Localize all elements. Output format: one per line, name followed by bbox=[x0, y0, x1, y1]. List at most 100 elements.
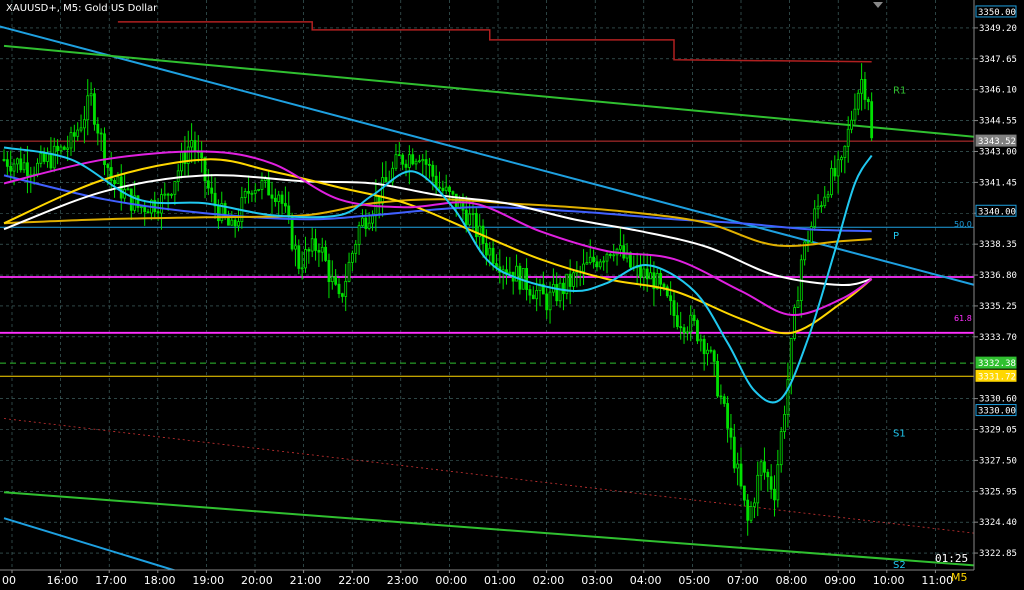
candle-body bbox=[672, 300, 676, 316]
candle-body bbox=[843, 145, 847, 158]
price-tag-label: 3330.00 bbox=[978, 407, 1016, 417]
candle-body bbox=[789, 338, 793, 380]
candle-body bbox=[287, 205, 291, 217]
candle-body bbox=[796, 300, 800, 308]
candle-body bbox=[732, 436, 736, 469]
candle-body bbox=[471, 213, 475, 215]
candle-body bbox=[562, 282, 565, 295]
time-tick-label: 08:00 bbox=[776, 574, 808, 587]
time-tick-label: 10:00 bbox=[873, 574, 905, 587]
candle-body bbox=[840, 157, 843, 161]
candle-body bbox=[746, 499, 750, 521]
trendline-red-dotted bbox=[3, 418, 974, 534]
time-tick-label: 05:00 bbox=[678, 574, 710, 587]
candle-body bbox=[206, 180, 210, 189]
candle-body bbox=[344, 280, 348, 297]
candle-body bbox=[572, 272, 575, 287]
candle-body bbox=[766, 471, 770, 478]
candle-body bbox=[438, 186, 441, 189]
price-tick-label: 3336.80 bbox=[979, 271, 1017, 281]
candle-body bbox=[702, 338, 706, 355]
candle-body bbox=[62, 146, 66, 150]
candle-body bbox=[759, 461, 763, 476]
candle-body bbox=[786, 378, 790, 415]
time-tick-label: 00:00 bbox=[435, 574, 467, 587]
price-tick-label: 3338.35 bbox=[979, 240, 1017, 250]
candle-body bbox=[83, 119, 86, 129]
candle-body bbox=[79, 127, 83, 131]
candle-body bbox=[143, 206, 147, 213]
candle-body bbox=[696, 320, 699, 342]
price-tag-label: 3343.52 bbox=[978, 137, 1016, 147]
candle-body bbox=[608, 253, 612, 256]
candle-body bbox=[820, 205, 823, 208]
candle-body bbox=[692, 314, 696, 321]
candle-body bbox=[712, 350, 716, 362]
candle-body bbox=[350, 252, 354, 263]
candle-body bbox=[709, 349, 713, 352]
candle-body bbox=[237, 221, 240, 227]
candle-body bbox=[39, 153, 43, 164]
candle-body bbox=[401, 154, 405, 165]
candle-body bbox=[595, 261, 599, 268]
candle-body bbox=[866, 99, 870, 103]
candle-body bbox=[9, 165, 13, 172]
candle-body bbox=[736, 463, 740, 469]
collapse-triangle-icon[interactable] bbox=[873, 2, 883, 8]
candle-body bbox=[56, 145, 59, 152]
time-tick-label: 11:00 bbox=[921, 574, 953, 587]
candle-body bbox=[642, 268, 646, 278]
price-tick-label: 3324.40 bbox=[979, 518, 1017, 528]
candle-body bbox=[267, 177, 271, 196]
candle-body bbox=[468, 213, 472, 226]
candle-body bbox=[726, 403, 729, 429]
candle-body bbox=[411, 154, 415, 165]
plot-area bbox=[0, 0, 974, 570]
trendline-green-lower bbox=[3, 491, 974, 567]
candle-body bbox=[582, 263, 585, 272]
candle-body bbox=[26, 162, 29, 177]
candle-body bbox=[384, 177, 388, 183]
candle-body bbox=[86, 95, 90, 121]
candle-body bbox=[484, 243, 488, 256]
candle-body bbox=[531, 294, 535, 300]
candle-body bbox=[354, 243, 358, 254]
candle-body bbox=[749, 506, 753, 521]
candle-body bbox=[310, 238, 314, 252]
candle-body bbox=[619, 245, 622, 250]
fib-label: 61.8 bbox=[954, 314, 972, 323]
candle-body bbox=[525, 268, 528, 290]
candle-body bbox=[592, 256, 595, 263]
pivot-label-r1: R1 bbox=[893, 86, 906, 97]
price-tick-label: 3322.85 bbox=[979, 549, 1017, 559]
price-tick-label: 3341.45 bbox=[979, 178, 1017, 188]
candle-body bbox=[203, 157, 207, 182]
candle-body bbox=[424, 159, 428, 165]
candle-body bbox=[270, 194, 274, 199]
candle-body bbox=[49, 153, 53, 169]
candle-body bbox=[860, 78, 863, 94]
candle-body bbox=[407, 154, 411, 168]
candle-body bbox=[548, 291, 552, 311]
candle-body bbox=[300, 267, 304, 270]
candle-body bbox=[464, 209, 468, 226]
candle-body bbox=[277, 194, 281, 202]
candle-body bbox=[190, 140, 194, 148]
candle-body bbox=[397, 154, 401, 157]
candle-body bbox=[357, 225, 361, 245]
candle-body bbox=[568, 273, 572, 287]
candle-body bbox=[669, 295, 673, 302]
price-tick-label: 3343.00 bbox=[979, 147, 1017, 157]
candle-body bbox=[170, 193, 173, 196]
price-tick-label: 3347.65 bbox=[979, 55, 1017, 65]
time-tick-label: 20:00 bbox=[241, 574, 273, 587]
candle-body bbox=[558, 282, 562, 302]
candle-body bbox=[156, 211, 160, 214]
candle-body bbox=[22, 162, 26, 171]
time-tick-label: 23:00 bbox=[387, 574, 419, 587]
candle-body bbox=[729, 427, 733, 438]
candle-body bbox=[545, 293, 549, 311]
chart-canvas[interactable]: R1 P S1 S2 50.0 61.8 3349.20 3347.65 3346.10 3344… bbox=[0, 0, 1024, 590]
time-tick-label: 07:00 bbox=[727, 574, 759, 587]
candle-body bbox=[850, 119, 853, 130]
